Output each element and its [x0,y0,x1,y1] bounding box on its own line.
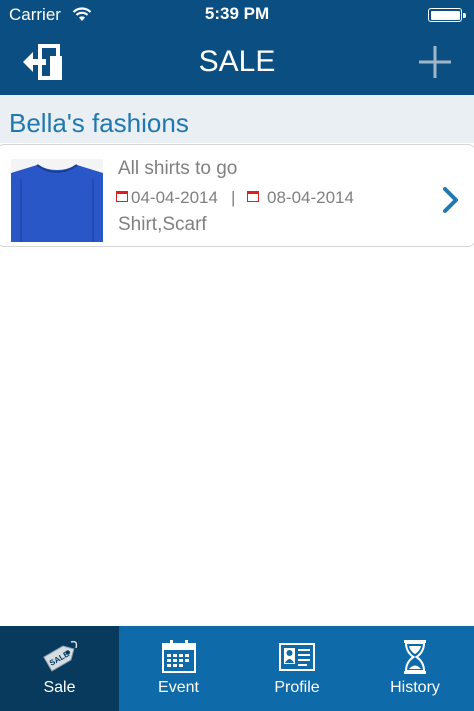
hourglass-icon [404,640,426,674]
sale-list-item[interactable]: All shirts to go 04-04-2014 | 08-04-2014… [0,144,474,247]
tab-label: Event [158,679,199,696]
tab-event[interactable]: Event [119,626,238,711]
calendar-icon [247,191,259,202]
page-title: SALE [198,45,276,78]
section-title: Bella's fashions [9,108,189,138]
tab-history[interactable]: History [356,626,474,711]
product-thumbnail [11,159,103,242]
start-date: 04-04-2014 [131,188,218,207]
date-separator: | [231,188,236,207]
plus-icon [419,46,451,78]
end-date: 08-04-2014 [267,188,354,207]
status-bar: Carrier 5:39 PM [0,0,474,30]
chevron-right-icon [443,187,458,213]
calendar-icon [161,640,196,673]
tab-label: Profile [274,679,320,696]
tab-label: Sale [43,679,76,696]
profile-card-icon [279,643,315,671]
tab-label: History [390,679,440,696]
navigation-bar: SALE [0,30,474,95]
top-bar: Carrier 5:39 PM SALE [0,0,474,95]
add-button[interactable] [418,45,452,79]
sale-tag-icon: SALE [42,640,77,672]
section-header: Bella's fashions [0,95,474,143]
calendar-icon [116,191,128,202]
tab-sale[interactable]: SALE Sale [0,626,119,711]
tab-bar: SALE Sale Event Profile History [0,626,474,711]
clock: 5:39 PM [204,4,270,23]
sale-items: Shirt,Scarf [118,214,207,235]
tab-profile[interactable]: Profile [238,626,356,711]
battery-icon [428,8,466,22]
sale-title: All shirts to go [118,158,238,179]
